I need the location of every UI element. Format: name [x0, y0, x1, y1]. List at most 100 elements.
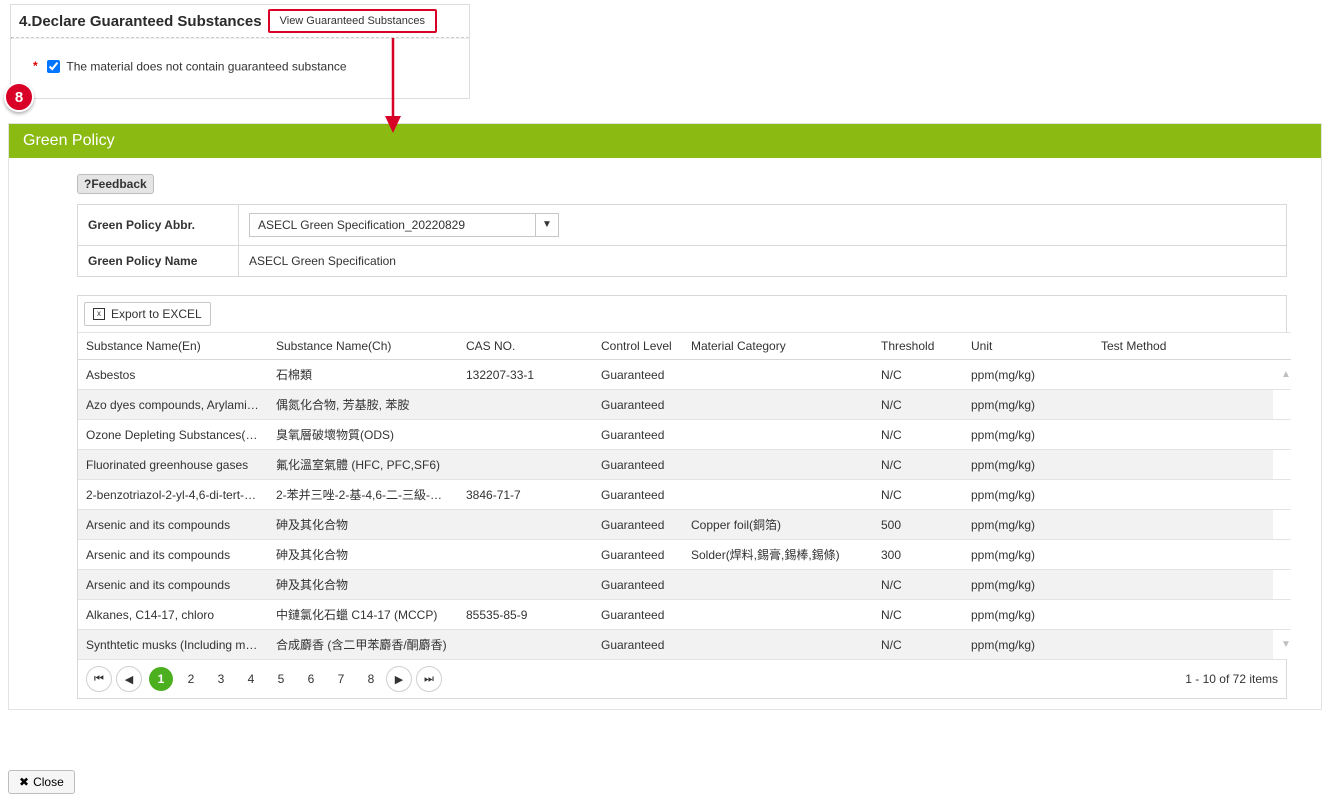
col-substance-en[interactable]: Substance Name(En): [78, 333, 268, 360]
cell-ch: 砷及其化合物: [268, 540, 458, 570]
green-policy-panel: Green Policy ?Feedback Green Policy Abbr…: [8, 123, 1322, 710]
close-button[interactable]: ✖ Close: [8, 770, 75, 794]
cell-en: Fluorinated greenhouse gases: [78, 450, 268, 480]
abbr-label: Green Policy Abbr.: [78, 205, 239, 246]
cell-en: Arsenic and its compounds: [78, 570, 268, 600]
cell-thr: N/C: [873, 420, 963, 450]
sort-asc-icon: ▲: [1273, 360, 1291, 390]
cell-unit: ppm(mg/kg): [963, 420, 1093, 450]
not-contain-checkbox[interactable]: [47, 60, 60, 73]
cell-ctrl: Guaranteed: [593, 360, 683, 390]
pager-page-8[interactable]: 8: [359, 667, 383, 691]
table-row[interactable]: Arsenic and its compounds砷及其化合物 Guarantee…: [78, 510, 1291, 540]
pager-page-4[interactable]: 4: [239, 667, 263, 691]
cell-thr: N/C: [873, 390, 963, 420]
excel-icon: x: [93, 308, 105, 320]
cell-ctrl: Guaranteed: [593, 630, 683, 660]
export-excel-button[interactable]: x Export to EXCEL: [84, 302, 211, 326]
cell-cat: Solder(焊料,錫膏,錫棒,錫條): [683, 540, 873, 570]
table-row[interactable]: 2-benzotriazol-2-yl-4,6-di-tert-but…2-苯并…: [78, 480, 1291, 510]
table-row[interactable]: Arsenic and its compounds砷及其化合物Guarantee…: [78, 570, 1291, 600]
pager-info: 1 - 10 of 72 items: [1185, 672, 1278, 686]
cell-thr: 300: [873, 540, 963, 570]
cell-unit: ppm(mg/kg): [963, 360, 1093, 390]
col-control-level[interactable]: Control Level: [593, 333, 683, 360]
col-unit[interactable]: Unit: [963, 333, 1093, 360]
annotation-step-badge: 8: [4, 82, 34, 112]
pager-next-button[interactable]: ▶: [386, 666, 412, 692]
pager-page-3[interactable]: 3: [209, 667, 233, 691]
cell-cat: [683, 630, 873, 660]
cell-thr: N/C: [873, 630, 963, 660]
table-row[interactable]: Asbestos石棉類132207-33-1GuaranteedN/Cppm(m…: [78, 360, 1291, 390]
cell-en: Asbestos: [78, 360, 268, 390]
pager-first-button[interactable]: ⏮: [86, 666, 112, 692]
cell-cas: [458, 630, 593, 660]
view-guaranteed-button[interactable]: View Guaranteed Substances: [268, 9, 437, 33]
cell-ctrl: Guaranteed: [593, 510, 683, 540]
cell-unit: ppm(mg/kg): [963, 630, 1093, 660]
cell-cas: [458, 570, 593, 600]
feedback-button[interactable]: ?Feedback: [77, 174, 154, 194]
pager-page-5[interactable]: 5: [269, 667, 293, 691]
cell-cat: [683, 420, 873, 450]
abbr-dropdown[interactable]: ASECL Green Specification_20220829 ▼: [249, 213, 559, 237]
cell-unit: ppm(mg/kg): [963, 390, 1093, 420]
pager-last-button[interactable]: ⏭: [416, 666, 442, 692]
cell-ch: 石棉類: [268, 360, 458, 390]
cell-ctrl: Guaranteed: [593, 570, 683, 600]
table-row[interactable]: Synthtetic musks (Including musk…合成麝香 (含…: [78, 630, 1291, 660]
cell-cat: [683, 450, 873, 480]
cell-ch: 2-苯并三唑-2-基-4,6-二-三級-丁基…: [268, 480, 458, 510]
cell-en: Arsenic and its compounds: [78, 510, 268, 540]
cell-ctrl: Guaranteed: [593, 600, 683, 630]
cell-ch: 中鏈氯化石蠟 C14-17 (MCCP): [268, 600, 458, 630]
cell-cas: [458, 390, 593, 420]
sort-desc-icon: ▼: [1273, 630, 1291, 660]
col-test-method[interactable]: Test Method: [1093, 333, 1273, 360]
name-value: ASECL Green Specification: [239, 246, 1287, 277]
cell-cas: 85535-85-9: [458, 600, 593, 630]
pager-page-7[interactable]: 7: [329, 667, 353, 691]
close-icon: ✖: [19, 775, 29, 789]
cell-cas: 3846-71-7: [458, 480, 593, 510]
table-row[interactable]: Arsenic and its compounds砷及其化合物Guarantee…: [78, 540, 1291, 570]
grid-header-row: Substance Name(En) Substance Name(Ch) CA…: [78, 333, 1291, 360]
pager-prev-button[interactable]: ◀: [116, 666, 142, 692]
cell-thr: N/C: [873, 480, 963, 510]
pager-page-2[interactable]: 2: [179, 667, 203, 691]
cell-thr: N/C: [873, 570, 963, 600]
cell-ch: 砷及其化合物: [268, 510, 458, 540]
cell-unit: ppm(mg/kg): [963, 480, 1093, 510]
table-row[interactable]: Ozone Depleting Substances(ODS)臭氧層破壞物質(O…: [78, 420, 1291, 450]
cell-ch: 偶氮化合物, 芳基胺, 苯胺: [268, 390, 458, 420]
col-cas-no[interactable]: CAS NO.: [458, 333, 593, 360]
table-row[interactable]: Alkanes, C14-17, chloro中鏈氯化石蠟 C14-17 (MC…: [78, 600, 1291, 630]
export-excel-label: Export to EXCEL: [111, 307, 202, 321]
cell-cat: [683, 390, 873, 420]
name-label: Green Policy Name: [78, 246, 239, 277]
cell-ch: 合成麝香 (含二甲苯麝香/酮麝香): [268, 630, 458, 660]
cell-test: [1093, 570, 1273, 600]
cell-test: [1093, 510, 1273, 540]
cell-en: Synthtetic musks (Including musk…: [78, 630, 268, 660]
substance-grid: x Export to EXCEL: [77, 295, 1287, 699]
cell-cat: [683, 570, 873, 600]
cell-test: [1093, 420, 1273, 450]
cell-test: [1093, 360, 1273, 390]
cell-ctrl: Guaranteed: [593, 450, 683, 480]
table-row[interactable]: Azo dyes compounds, Arylamine…偶氮化合物, 芳基胺…: [78, 390, 1291, 420]
cell-test: [1093, 480, 1273, 510]
table-row[interactable]: Fluorinated greenhouse gases氟化溫室氣體 (HFC,…: [78, 450, 1291, 480]
cell-cat: [683, 480, 873, 510]
cell-unit: ppm(mg/kg): [963, 600, 1093, 630]
policy-form: Green Policy Abbr. ASECL Green Specifica…: [77, 204, 1287, 277]
col-substance-ch[interactable]: Substance Name(Ch): [268, 333, 458, 360]
cell-en: Ozone Depleting Substances(ODS): [78, 420, 268, 450]
col-threshold[interactable]: Threshold: [873, 333, 963, 360]
cell-ch: 臭氧層破壞物質(ODS): [268, 420, 458, 450]
pager-page-1[interactable]: 1: [149, 667, 173, 691]
cell-test: [1093, 540, 1273, 570]
pager-page-6[interactable]: 6: [299, 667, 323, 691]
col-material-category[interactable]: Material Category: [683, 333, 873, 360]
